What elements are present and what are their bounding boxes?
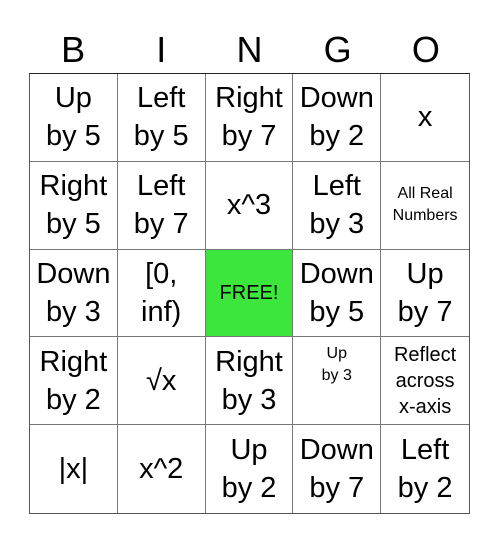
bingo-cell[interactable]: Right by 2	[30, 337, 118, 426]
bingo-cell[interactable]: x^3	[205, 161, 294, 250]
header-letter-g: G	[323, 29, 352, 70]
cell-text: Down by 5	[299, 257, 374, 328]
bingo-cell[interactable]: Up by 7	[381, 250, 469, 338]
cell-text: [0, inf)	[141, 257, 182, 328]
bingo-cell[interactable]: Left by 7	[117, 161, 206, 250]
cell-text: All Real Numbers	[392, 185, 458, 225]
cell-text: x^2	[139, 453, 184, 486]
free-space-label: FREE!	[219, 281, 279, 304]
cell-text: Up by 3	[321, 345, 352, 385]
cell-text: Up by 2	[221, 434, 277, 505]
bingo-cell[interactable]: Left by 3	[293, 161, 382, 250]
bingo-cell[interactable]: Down by 5	[293, 249, 382, 338]
bingo-cell[interactable]: Down by 3	[30, 249, 118, 338]
bingo-cell[interactable]: Left by 2	[381, 425, 469, 513]
bingo-cell[interactable]: x^2	[118, 425, 206, 513]
bingo-cell[interactable]: [0, inf)	[117, 249, 206, 338]
cell-text: x^3	[226, 189, 272, 222]
cell-text: √x	[145, 364, 177, 397]
bingo-cell[interactable]: Down by 2	[293, 74, 382, 162]
cell-text: x	[417, 101, 433, 134]
bingo-cell[interactable]: Right by 3	[205, 337, 294, 426]
bingo-cell[interactable]: x	[381, 74, 469, 162]
cell-text: Down by 3	[36, 257, 111, 328]
cell-text: Up by 7	[397, 257, 453, 328]
cell-text: Down by 2	[299, 82, 374, 153]
cell-text: Left by 2	[397, 434, 453, 505]
bingo-cell[interactable]: √x	[117, 337, 206, 426]
bingo-cell[interactable]: Reflect across x-axis	[381, 337, 469, 426]
free-space-cell[interactable]: FREE!	[205, 249, 294, 338]
header-letter-i: I	[156, 29, 167, 70]
bingo-cell[interactable]: Right by 5	[30, 161, 118, 250]
header-letter-b: B	[61, 29, 86, 70]
cell-text: Down by 7	[299, 434, 374, 505]
bingo-grid: Up by 5 Left by 5 Right by 7 Down by 2 x…	[29, 73, 470, 514]
cell-text: Left by 7	[133, 170, 189, 241]
cell-text: Reflect across x-axis	[393, 343, 457, 418]
header-letter-o: O	[411, 29, 440, 70]
cell-text: Right by 7	[215, 82, 283, 153]
bingo-cell[interactable]: All Real Numbers	[381, 162, 469, 250]
header-letter-n: N	[236, 29, 263, 70]
bingo-cell[interactable]: Up by 3	[293, 337, 382, 426]
bingo-cell[interactable]: Down by 7	[293, 425, 382, 513]
bingo-cell[interactable]: |x|	[30, 425, 118, 513]
cell-text: Right by 5	[39, 170, 108, 241]
cell-text: Left by 3	[309, 170, 365, 241]
cell-text: Left by 5	[133, 82, 189, 153]
cell-text: Up by 5	[45, 82, 101, 153]
bingo-cell[interactable]: Left by 5	[117, 74, 206, 162]
bingo-cell[interactable]: Up by 5	[30, 74, 118, 162]
bingo-header: B I N G O	[29, 28, 470, 72]
bingo-cell[interactable]: Right by 7	[205, 74, 294, 162]
cell-text: Right by 3	[215, 345, 283, 416]
cell-text: Right by 2	[39, 345, 108, 416]
bingo-cell[interactable]: Up by 2	[206, 425, 294, 513]
cell-text: |x|	[58, 453, 89, 486]
